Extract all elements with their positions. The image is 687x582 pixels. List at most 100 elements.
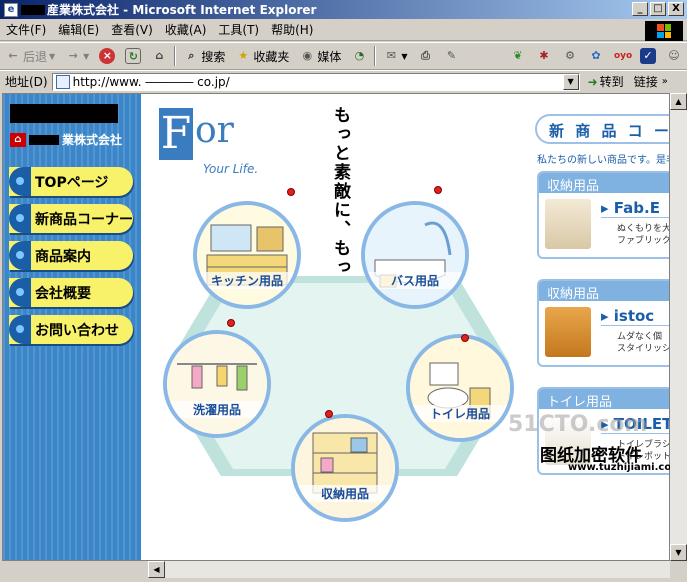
- product-desc-line1: ぬくもりを大: [617, 224, 670, 234]
- favorites-button[interactable]: ★ 收藏夹: [230, 44, 294, 68]
- nav-label: TOPページ: [35, 174, 109, 191]
- product-description: ぬくもりを大 ファブリック: [617, 223, 670, 247]
- product-description: ムダなく個 スタイリッシ: [617, 331, 670, 355]
- close-button[interactable]: X: [668, 2, 684, 16]
- addon-people-icon: ✱: [539, 49, 549, 62]
- mail-button[interactable]: ✉ ▼: [378, 44, 412, 68]
- links-button[interactable]: 链接: [634, 73, 658, 90]
- toolbar-separator: [174, 46, 177, 66]
- stop-icon: ×: [99, 48, 116, 64]
- forward-dropdown-icon[interactable]: ▼: [83, 52, 89, 61]
- product-card-istoc[interactable]: 収納用品 ▸ istoc ムダなく個 スタイリッシ: [537, 279, 670, 367]
- nav-products[interactable]: 商品案内: [9, 241, 133, 270]
- product-desc-line2: ファブリック: [617, 236, 670, 246]
- search-label: 搜索: [201, 49, 226, 64]
- refresh-button[interactable]: ↻: [120, 44, 146, 68]
- toolbar-addon-button-6[interactable]: ✓: [635, 44, 661, 68]
- history-button[interactable]: ◔: [346, 44, 372, 68]
- edit-button[interactable]: ✎: [439, 44, 465, 68]
- address-url[interactable]: http://www. ―――― co.jp/: [73, 75, 230, 89]
- mail-dropdown-icon[interactable]: ▼: [401, 52, 407, 61]
- nav-label: お問い合わせ: [35, 322, 119, 339]
- scroll-down-icon[interactable]: ▼: [670, 544, 687, 561]
- addon-leaf-icon: ❦: [513, 49, 523, 62]
- for-your-life-logo: F or Your Life.: [159, 108, 258, 176]
- room-kitchen[interactable]: キッチン用品: [193, 201, 301, 309]
- window-titlebar: e 産業株式会社 - Microsoft Internet Explorer _…: [0, 0, 687, 19]
- status-bar: [0, 578, 687, 582]
- address-dropdown-icon[interactable]: ▼: [562, 73, 579, 90]
- back-dropdown-icon[interactable]: ▼: [49, 52, 55, 61]
- standard-toolbar: ← 后退 ▼ → ▼ × ↻ ⌂ ⌕ 搜索 ★ 收藏夹 ◉ 媒体 ◔ ✉ ▼ ⎙ …: [0, 42, 687, 70]
- stop-button[interactable]: ×: [94, 44, 120, 68]
- toolbar-separator: [374, 46, 377, 66]
- company-label: 業株式会社: [62, 133, 123, 147]
- scroll-up-icon[interactable]: ▲: [670, 93, 687, 110]
- menu-view[interactable]: 查看(V): [105, 21, 159, 38]
- links-chevron-icon[interactable]: »: [662, 76, 668, 87]
- print-button[interactable]: ⎙: [413, 44, 439, 68]
- horizontal-scrollbar[interactable]: ◀: [148, 561, 670, 578]
- home-button[interactable]: ⌂: [146, 44, 172, 68]
- toolbar-addon-button-5[interactable]: oyo: [609, 44, 635, 68]
- vertical-scrollbar[interactable]: ▲ ▼: [670, 93, 687, 561]
- pin-icon: [227, 319, 235, 327]
- menu-bar: 文件(F) 编辑(E) 查看(V) 收藏(A) 工具(T) 帮助(H): [0, 19, 687, 41]
- menu-help[interactable]: 帮助(H): [265, 21, 319, 38]
- nav-bullet-icon: [9, 315, 31, 344]
- sidebar: ⌂ 業株式会社 TOPページ 新商品コーナー 商品案内 会社概要 お問い合わせ: [3, 94, 141, 560]
- media-label: 媒体: [317, 49, 342, 64]
- media-button[interactable]: ◉ 媒体: [294, 44, 346, 68]
- nav-bullet-icon: [9, 167, 31, 196]
- refresh-icon: ↻: [125, 48, 142, 64]
- toolbar-addon-button-2[interactable]: ✱: [531, 44, 557, 68]
- forward-button[interactable]: → ▼: [60, 44, 94, 68]
- windows-logo-icon: [645, 21, 683, 41]
- nav-bullet-icon: [9, 241, 31, 270]
- toolbar-addon-button-4[interactable]: ✿: [583, 44, 609, 68]
- back-arrow-icon: ←: [8, 49, 18, 62]
- product-desc-line2: スタイリッシ: [617, 344, 670, 354]
- address-input[interactable]: http://www. ―――― co.jp/ ▼: [51, 72, 580, 91]
- toolbar-addon-button-1[interactable]: ❦: [505, 44, 531, 68]
- toolbar-addon-button-3[interactable]: ⚙: [557, 44, 583, 68]
- room-label-toilet: トイレ用品: [410, 405, 510, 422]
- forward-arrow-icon: →: [68, 49, 78, 62]
- nav-new-products[interactable]: 新商品コーナー: [9, 204, 133, 233]
- room-laundry[interactable]: 洗濯用品: [163, 330, 271, 438]
- addon-tool-icon: ⚙: [565, 49, 575, 62]
- new-products-title[interactable]: 新 商 品 コ ー: [535, 114, 669, 144]
- scroll-left-icon[interactable]: ◀: [148, 561, 165, 578]
- go-arrow-icon: ➜: [587, 74, 598, 89]
- menu-favorites[interactable]: 收藏(A): [159, 21, 213, 38]
- room-label-laundry: 洗濯用品: [167, 401, 267, 418]
- page-icon: [55, 74, 70, 89]
- go-button[interactable]: ➜ 转到: [588, 73, 624, 90]
- product-card-fab[interactable]: 収納用品 ▸ Fab.E ぬくもりを大 ファブリック: [537, 171, 670, 259]
- room-bath[interactable]: バス用品: [361, 201, 469, 309]
- room-storage[interactable]: 収納用品: [291, 414, 399, 522]
- addon-brand-icon: oyo: [614, 51, 633, 61]
- product-category: トイレ用品: [539, 389, 669, 410]
- menu-edit[interactable]: 编辑(E): [52, 21, 105, 38]
- watermark-site: 51CTO.com: [508, 412, 648, 437]
- minimize-button[interactable]: _: [632, 2, 648, 16]
- company-name: ⌂ 業株式会社: [10, 131, 122, 148]
- product-name-text: Fab.E: [613, 199, 660, 217]
- nav-company[interactable]: 会社概要: [9, 278, 133, 307]
- edit-icon: ✎: [446, 49, 457, 62]
- maximize-button[interactable]: □: [650, 2, 666, 16]
- media-icon: ◉: [302, 49, 313, 62]
- room-label-bath: バス用品: [365, 272, 465, 289]
- menu-file[interactable]: 文件(F): [0, 21, 52, 38]
- menu-tools[interactable]: 工具(T): [212, 21, 265, 38]
- toolbar-addon-button-7[interactable]: ☺: [661, 44, 687, 68]
- room-toilet[interactable]: トイレ用品: [406, 334, 514, 442]
- nav-contact[interactable]: お問い合わせ: [9, 315, 133, 344]
- nav-top[interactable]: TOPページ: [9, 167, 133, 196]
- nav-bullet-icon: [9, 204, 31, 233]
- nav-label: 新商品コーナー: [35, 211, 133, 228]
- back-button[interactable]: ← 后退 ▼: [0, 44, 60, 68]
- room-label-kitchen: キッチン用品: [197, 272, 297, 289]
- search-button[interactable]: ⌕ 搜索: [178, 44, 230, 68]
